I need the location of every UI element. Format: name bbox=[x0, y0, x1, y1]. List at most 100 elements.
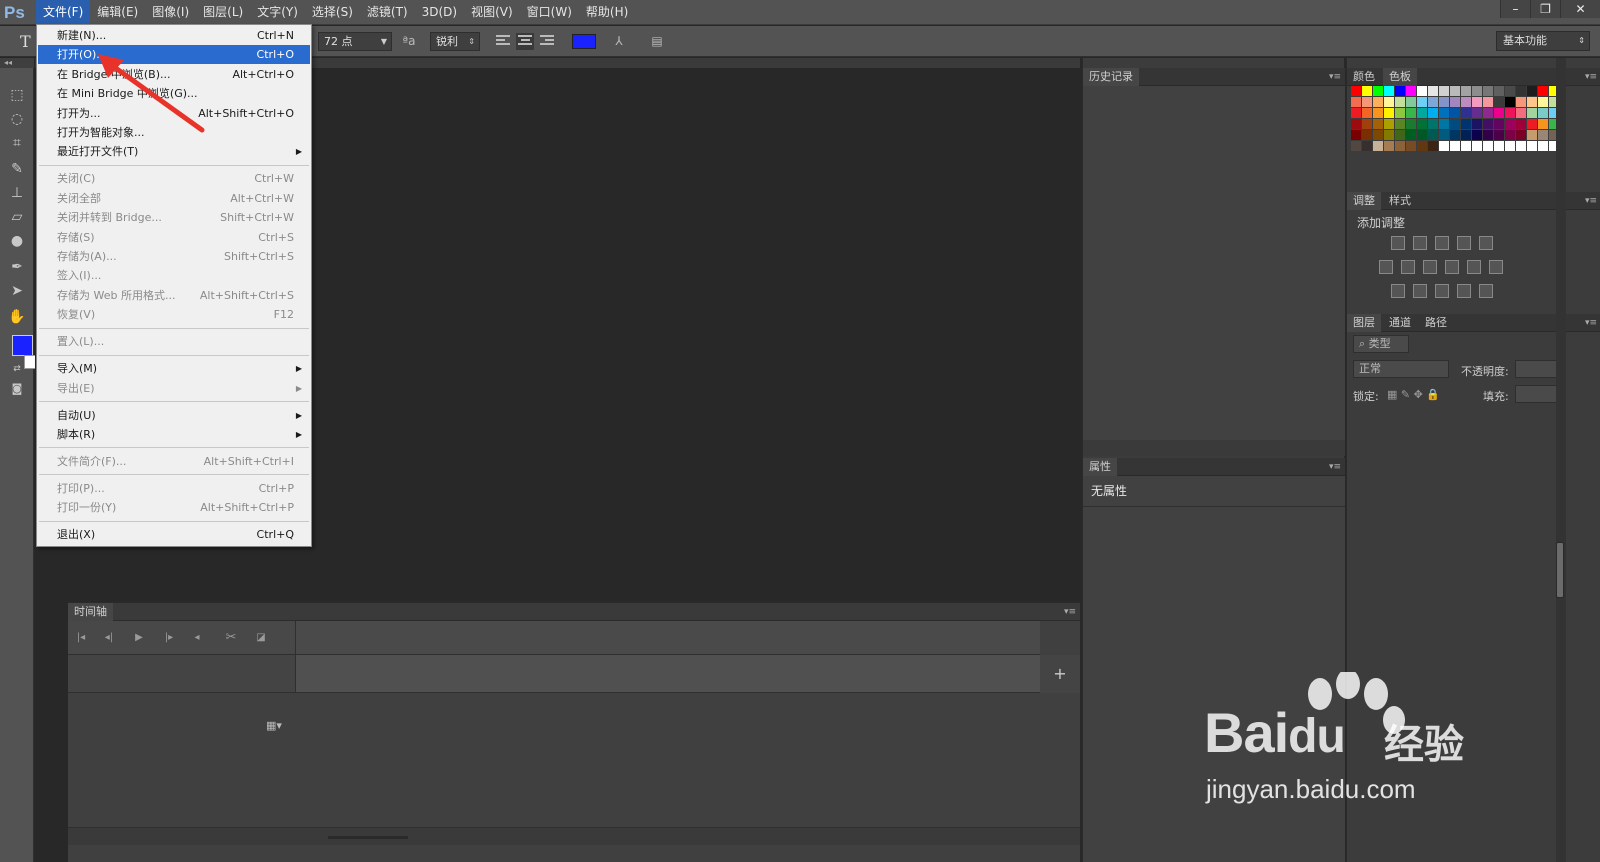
color-swatch[interactable] bbox=[1461, 97, 1471, 107]
color-swatch[interactable] bbox=[1538, 86, 1548, 96]
color-swatch[interactable] bbox=[1505, 108, 1515, 118]
color-swatch[interactable] bbox=[1472, 86, 1482, 96]
color-swatch[interactable] bbox=[1395, 141, 1405, 151]
color-swatch[interactable] bbox=[1527, 119, 1537, 129]
color-swatch[interactable] bbox=[1494, 97, 1504, 107]
color-swatch[interactable] bbox=[1494, 86, 1504, 96]
exposure-icon[interactable] bbox=[1457, 236, 1471, 250]
selective-color-icon[interactable] bbox=[1457, 284, 1471, 298]
black-white-icon[interactable] bbox=[1423, 260, 1437, 274]
file-menu-item[interactable]: 打印一份(Y) Alt+Shift+Ctrl+P bbox=[38, 498, 310, 517]
align-left-button[interactable] bbox=[494, 33, 512, 50]
threshold-icon[interactable] bbox=[1435, 284, 1449, 298]
invert-icon[interactable] bbox=[1391, 284, 1405, 298]
menu-item[interactable]: 图像(I) bbox=[145, 0, 196, 25]
file-menu-item[interactable]: 存储为 Web 所用格式... Alt+Shift+Ctrl+S bbox=[38, 286, 310, 305]
color-swatch[interactable] bbox=[1395, 108, 1405, 118]
color-swatch[interactable] bbox=[1472, 130, 1482, 140]
color-swatch[interactable] bbox=[1439, 141, 1449, 151]
color-swatch[interactable] bbox=[1527, 130, 1537, 140]
color-swatch[interactable] bbox=[1362, 130, 1372, 140]
color-swatch[interactable] bbox=[1417, 97, 1427, 107]
color-swatch[interactable] bbox=[1472, 141, 1482, 151]
path-select-icon[interactable]: ➤ bbox=[8, 282, 26, 300]
color-swatch[interactable] bbox=[1461, 141, 1471, 151]
color-swatch[interactable] bbox=[1472, 119, 1482, 129]
color-swatch[interactable] bbox=[1472, 97, 1482, 107]
color-swatch[interactable] bbox=[1406, 108, 1416, 118]
file-menu-item[interactable]: 签入(I)... bbox=[38, 266, 310, 285]
tab-styles[interactable]: 样式 bbox=[1383, 192, 1417, 210]
tab-paths[interactable]: 路径 bbox=[1419, 314, 1453, 332]
color-swatch[interactable] bbox=[1450, 119, 1460, 129]
panel-menu-icon[interactable]: ▾≡ bbox=[1585, 68, 1597, 86]
tab-color[interactable]: 颜色 bbox=[1347, 68, 1381, 86]
panel-menu-icon[interactable]: ▾≡ bbox=[1064, 603, 1076, 621]
color-swatch[interactable] bbox=[1406, 119, 1416, 129]
color-swatch[interactable] bbox=[1428, 97, 1438, 107]
color-swatch[interactable] bbox=[1384, 97, 1394, 107]
panel-menu-icon[interactable]: ▾≡ bbox=[1329, 68, 1341, 86]
color-swatch[interactable] bbox=[1450, 86, 1460, 96]
film-icon[interactable]: ▦▾ bbox=[266, 719, 282, 732]
stamp-tool-icon[interactable]: ⊥ bbox=[8, 184, 26, 202]
file-menu-item[interactable]: 关闭(C) Ctrl+W bbox=[38, 169, 310, 188]
close-button[interactable]: ✕ bbox=[1560, 0, 1600, 18]
color-swatch[interactable] bbox=[1538, 108, 1548, 118]
color-swatch[interactable] bbox=[1439, 86, 1449, 96]
file-menu-item[interactable]: 恢复(V) F12 bbox=[38, 305, 310, 324]
transition-icon[interactable]: ◪ bbox=[254, 631, 268, 645]
color-swatch[interactable] bbox=[1494, 130, 1504, 140]
color-swatch[interactable] bbox=[1384, 141, 1394, 151]
color-swatch[interactable] bbox=[1439, 119, 1449, 129]
color-swatch[interactable] bbox=[1516, 97, 1526, 107]
color-swatch[interactable] bbox=[1461, 119, 1471, 129]
tab-history[interactable]: 历史记录 bbox=[1083, 68, 1139, 86]
file-menu-item[interactable]: 文件简介(F)... Alt+Shift+Ctrl+I bbox=[38, 452, 310, 471]
color-swatch[interactable] bbox=[1483, 130, 1493, 140]
crop-tool-icon[interactable]: ⌗ bbox=[8, 134, 26, 152]
photo-filter-icon[interactable] bbox=[1445, 260, 1459, 274]
tab-properties[interactable]: 属性 bbox=[1083, 458, 1117, 476]
color-swatch[interactable] bbox=[1351, 130, 1361, 140]
color-swatch[interactable] bbox=[1527, 97, 1537, 107]
file-menu-item[interactable]: 最近打开文件(T) ▶ bbox=[38, 142, 310, 161]
color-swatch[interactable] bbox=[1505, 119, 1515, 129]
menu-item[interactable]: 编辑(E) bbox=[90, 0, 145, 25]
color-swatch[interactable] bbox=[1450, 108, 1460, 118]
panel-menu-icon[interactable]: ▾≡ bbox=[1329, 458, 1341, 476]
color-swatch[interactable] bbox=[1428, 119, 1438, 129]
color-swatch[interactable] bbox=[1461, 86, 1471, 96]
collapse-icon[interactable]: ◂◂ bbox=[0, 58, 34, 68]
lock-pixels-icon[interactable]: ▦ ✎ ✥ 🔒 bbox=[1387, 388, 1440, 401]
vibrance-icon[interactable] bbox=[1479, 236, 1493, 250]
minimize-button[interactable]: – bbox=[1500, 0, 1530, 18]
color-swatch[interactable] bbox=[1373, 97, 1383, 107]
color-swatch[interactable] bbox=[1450, 130, 1460, 140]
color-swatch[interactable] bbox=[1505, 86, 1515, 96]
color-swatch[interactable] bbox=[1538, 141, 1548, 151]
file-menu-item[interactable]: 存储为(A)... Shift+Ctrl+S bbox=[38, 247, 310, 266]
color-swatch[interactable] bbox=[1373, 108, 1383, 118]
color-swatch[interactable] bbox=[1461, 130, 1471, 140]
color-swatch[interactable] bbox=[1428, 130, 1438, 140]
foreground-color[interactable] bbox=[12, 335, 33, 356]
file-menu-item[interactable]: 退出(X) Ctrl+Q bbox=[38, 525, 310, 544]
file-menu-item[interactable]: 导入(M) ▶ bbox=[38, 359, 310, 378]
align-right-button[interactable] bbox=[538, 33, 556, 50]
tab-swatches[interactable]: 色板 bbox=[1383, 68, 1417, 86]
color-swatch[interactable] bbox=[1483, 141, 1493, 151]
color-balance-icon[interactable] bbox=[1401, 260, 1415, 274]
color-swatch[interactable] bbox=[1450, 97, 1460, 107]
color-swatch[interactable] bbox=[1439, 97, 1449, 107]
color-swatch[interactable] bbox=[1428, 108, 1438, 118]
workspace-select[interactable]: 基本功能 ⇕ bbox=[1496, 31, 1590, 51]
levels-icon[interactable] bbox=[1413, 236, 1427, 250]
color-swatch[interactable] bbox=[1516, 141, 1526, 151]
color-swatch[interactable] bbox=[1406, 141, 1416, 151]
menu-item[interactable]: 文字(Y) bbox=[250, 0, 305, 25]
type-tool-icon[interactable]: T bbox=[20, 32, 31, 51]
hand-tool-icon[interactable]: ✋ bbox=[8, 308, 26, 326]
panel-menu-icon[interactable]: ▾≡ bbox=[1585, 192, 1597, 210]
color-swatch[interactable] bbox=[1395, 119, 1405, 129]
